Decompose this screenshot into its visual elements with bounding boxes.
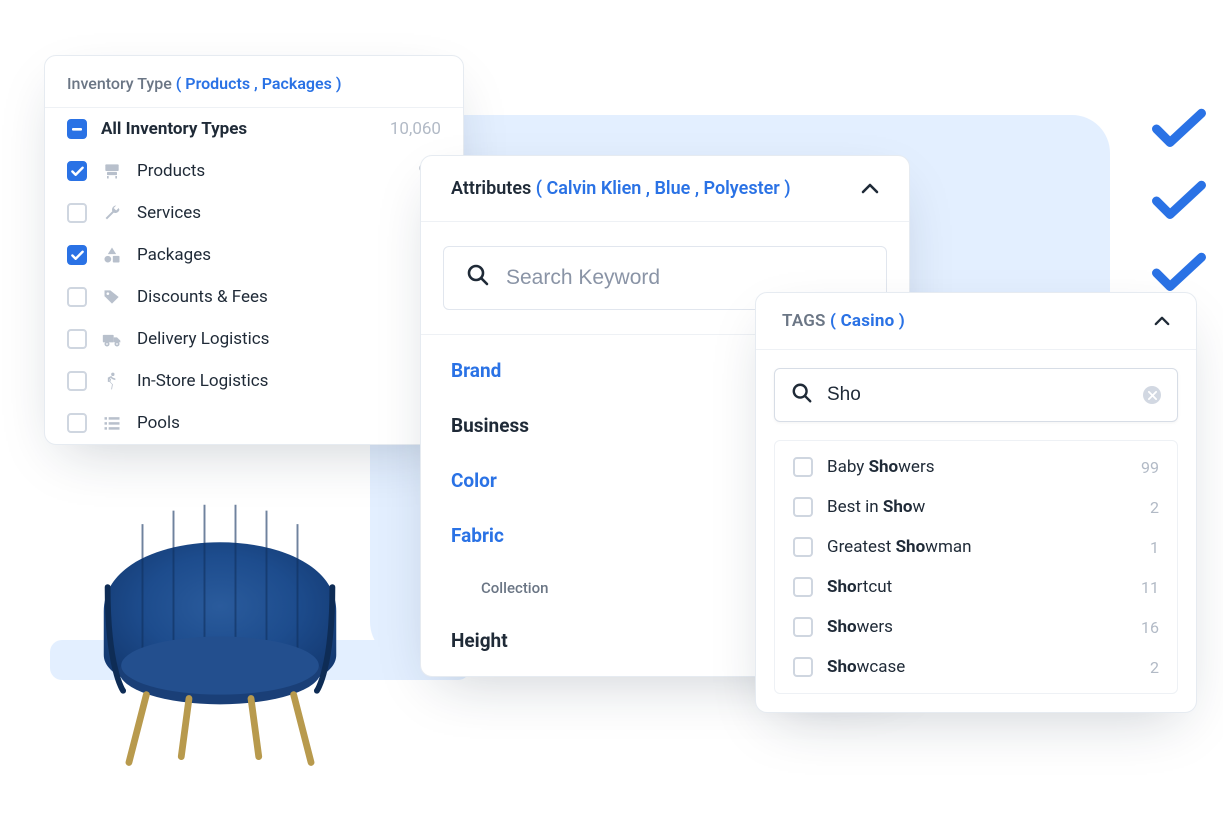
tag-name: Greatest Showman bbox=[827, 537, 972, 557]
checkbox[interactable] bbox=[793, 457, 813, 477]
list-icon bbox=[101, 413, 123, 433]
checkbox[interactable] bbox=[793, 537, 813, 557]
checkbox[interactable] bbox=[793, 657, 813, 677]
attributes-header[interactable]: Attributes ( Calvin Klien , Blue , Polye… bbox=[421, 156, 909, 222]
checkbox[interactable] bbox=[67, 287, 87, 307]
big-checkmark-icon bbox=[1152, 180, 1206, 222]
truck-icon bbox=[101, 329, 123, 349]
inventory-row-label: Products bbox=[137, 161, 205, 181]
attributes-title: Attributes bbox=[451, 178, 531, 199]
shapes-icon bbox=[101, 245, 123, 265]
attributes-selection: ( Calvin Klien , Blue , Polyester ) bbox=[536, 178, 791, 199]
tag-row[interactable]: Best in Show 2 bbox=[775, 487, 1177, 527]
tags-title: TAGS bbox=[782, 311, 826, 331]
inventory-row-label: Pools bbox=[137, 413, 180, 433]
inventory-row-label: Discounts & Fees bbox=[137, 287, 268, 307]
inventory-type-card: Inventory Type ( Products , Packages ) A… bbox=[44, 55, 464, 445]
product-image-chair bbox=[65, 466, 375, 776]
big-checkmark-icon bbox=[1152, 252, 1206, 294]
attributes-search-input[interactable] bbox=[506, 266, 864, 290]
inventory-row[interactable]: Discounts & Fees2 bbox=[45, 276, 463, 318]
inventory-selection: ( Products , Packages ) bbox=[176, 74, 342, 93]
checkbox[interactable] bbox=[67, 329, 87, 349]
tag-name: Best in Show bbox=[827, 497, 925, 517]
checkbox[interactable] bbox=[67, 203, 87, 223]
tag-count: 2 bbox=[1150, 658, 1159, 677]
inventory-row[interactable]: Delivery Logistics1 bbox=[45, 318, 463, 360]
checkbox[interactable] bbox=[793, 497, 813, 517]
tag-count: 11 bbox=[1141, 578, 1159, 597]
checkbox[interactable] bbox=[67, 161, 87, 181]
checkbox[interactable] bbox=[793, 577, 813, 597]
search-icon bbox=[466, 263, 490, 293]
walk-icon bbox=[101, 371, 123, 391]
inventory-row[interactable]: Packages2 bbox=[45, 234, 463, 276]
tag-row[interactable]: Showers 16 bbox=[775, 607, 1177, 647]
tag-count: 16 bbox=[1141, 618, 1159, 637]
tags-search[interactable] bbox=[774, 368, 1178, 422]
checkbox[interactable] bbox=[67, 371, 87, 391]
inventory-type-header: Inventory Type ( Products , Packages ) bbox=[45, 56, 463, 107]
checkbox-indeterminate[interactable] bbox=[67, 119, 87, 139]
tag-row[interactable]: Baby Showers 99 bbox=[775, 447, 1177, 487]
tag-name: Shortcut bbox=[827, 577, 892, 597]
inventory-row[interactable]: Services bbox=[45, 192, 463, 234]
checkbox[interactable] bbox=[793, 617, 813, 637]
tag-row[interactable]: Greatest Showman 1 bbox=[775, 527, 1177, 567]
tags-card: TAGS ( Casino ) Baby Showers 99 Best in Sh… bbox=[755, 292, 1197, 713]
tag-row[interactable]: Shortcut 11 bbox=[775, 567, 1177, 607]
wrench-icon bbox=[101, 203, 123, 223]
tag-name: Showcase bbox=[827, 657, 905, 677]
inventory-row-label: Services bbox=[137, 203, 201, 223]
tags-header[interactable]: TAGS ( Casino ) bbox=[756, 293, 1196, 350]
chevron-up-icon bbox=[861, 178, 879, 199]
chair-icon bbox=[101, 161, 123, 181]
inventory-row-label: Delivery Logistics bbox=[137, 329, 269, 349]
tag-count: 99 bbox=[1141, 458, 1159, 477]
big-checkmark-icon bbox=[1152, 108, 1206, 150]
inventory-row[interactable]: Pools bbox=[45, 402, 463, 444]
tag-row[interactable]: Showcase 2 bbox=[775, 647, 1177, 687]
inventory-title: Inventory Type bbox=[67, 74, 172, 93]
inventory-row[interactable]: Products9,3 bbox=[45, 150, 463, 192]
search-icon bbox=[791, 382, 813, 408]
chevron-up-icon bbox=[1154, 311, 1170, 331]
inventory-row-label: Packages bbox=[137, 245, 211, 265]
tag-count: 2 bbox=[1150, 498, 1159, 517]
tags-search-input[interactable] bbox=[827, 384, 1129, 406]
inventory-row-label: All Inventory Types bbox=[101, 119, 247, 139]
inventory-row[interactable]: In-Store Logistics bbox=[45, 360, 463, 402]
tag-name: Baby Showers bbox=[827, 457, 934, 477]
tag-name: Showers bbox=[827, 617, 893, 637]
tags-selection: ( Casino ) bbox=[830, 311, 905, 331]
clear-icon[interactable] bbox=[1143, 386, 1161, 404]
tag-icon bbox=[101, 287, 123, 307]
tag-count: 1 bbox=[1150, 538, 1159, 557]
inventory-row-label: In-Store Logistics bbox=[137, 371, 268, 391]
checkbox[interactable] bbox=[67, 245, 87, 265]
inventory-row-count: 10,060 bbox=[390, 119, 441, 139]
checkbox[interactable] bbox=[67, 413, 87, 433]
inventory-row[interactable]: All Inventory Types 10,060 bbox=[45, 108, 463, 150]
